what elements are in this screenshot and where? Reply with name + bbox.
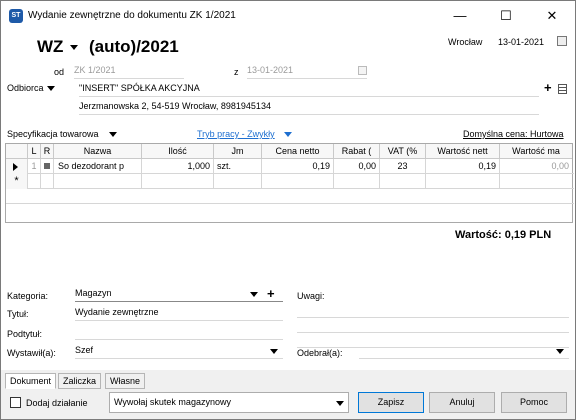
title-field[interactable]: Wydanie zewnętrzne (75, 307, 283, 321)
new-row-icon: * (6, 174, 28, 189)
row-qty[interactable]: 1,000 (142, 159, 214, 174)
minimize-button[interactable]: — (437, 1, 483, 31)
row-price[interactable]: 0,19 (262, 159, 334, 174)
od-field[interactable]: ZK 1/2021 (74, 65, 184, 79)
new-row[interactable]: * (6, 174, 574, 189)
tab-document[interactable]: Dokument (5, 373, 57, 389)
received-by-select[interactable] (359, 345, 569, 359)
empty-cell (334, 174, 380, 189)
calendar-icon[interactable] (557, 36, 567, 46)
row-selector[interactable] (6, 159, 28, 174)
row-lp: 1 (28, 159, 41, 174)
notes-field[interactable] (297, 304, 569, 318)
maximize-button[interactable]: ☐ (483, 1, 529, 31)
z-date-field[interactable]: 13-01-2021 (247, 65, 367, 79)
grid-header-r[interactable]: R (41, 144, 54, 159)
empty-row (6, 189, 574, 204)
row-unit[interactable]: szt. (214, 159, 262, 174)
action-select[interactable]: Wywołaj skutek magazynowy (109, 392, 349, 413)
calendar-small-icon[interactable] (358, 66, 367, 75)
default-price-link[interactable]: Domyślna cena: Hurtowa (463, 129, 564, 139)
add-recipient-icon[interactable]: + (544, 80, 552, 95)
row-net-value[interactable]: 0,19 (426, 159, 500, 174)
issued-by-label: Wystawił(a): (7, 348, 56, 358)
recipient-list-icon[interactable] (558, 84, 567, 94)
add-action-label[interactable]: Dodaj działanie (26, 398, 88, 408)
od-label: od (54, 67, 65, 77)
grid-header-net-value[interactable]: Wartość nett (426, 144, 500, 159)
total-value: Wartość: 0,19 PLN (455, 229, 552, 241)
recipient-name[interactable]: "INSERT" SPÓŁKA AKCYJNA (79, 83, 539, 97)
grid-header-qty[interactable]: Ilość (142, 144, 214, 159)
notes-label: Uwagi: (297, 291, 325, 301)
recipient-address[interactable]: Jerzmanowska 2, 54-519 Wrocław, 89819451… (79, 101, 539, 115)
empty-cell (262, 174, 334, 189)
action-dropdown-icon[interactable] (336, 401, 344, 406)
doc-type-label[interactable]: WZ (37, 37, 63, 57)
help-button[interactable]: Pomoc (501, 392, 567, 413)
grid-header-price[interactable]: Cena netto (262, 144, 334, 159)
row-gross-value[interactable]: 0,00 (500, 159, 572, 174)
empty-cell (41, 174, 54, 189)
grid-header-unit[interactable]: Jm (214, 144, 262, 159)
recipient-label[interactable]: Odbiorca (7, 83, 44, 93)
doc-number[interactable]: (auto)/2021 (89, 37, 179, 57)
title-bar: ST Wydanie zewnętrzne do dokumentu ZK 1/… (1, 1, 575, 31)
empty-cell (142, 174, 214, 189)
row-name[interactable]: So dezodorant p (54, 159, 142, 174)
issued-by-dropdown-icon[interactable] (270, 349, 278, 354)
work-mode-dropdown-icon[interactable] (284, 132, 292, 137)
table-row[interactable]: 1 So dezodorant p 1,000 szt. 0,19 0,00 2… (6, 159, 574, 174)
item-type-icon (44, 163, 50, 169)
z-label: z (234, 67, 239, 77)
add-action-checkbox[interactable] (10, 397, 21, 408)
date-value[interactable]: 13-01-2021 (498, 37, 544, 47)
category-label: Kategoria: (7, 291, 49, 301)
empty-cell (214, 174, 262, 189)
subtitle-label: Podtytuł: (7, 329, 43, 339)
empty-row (6, 204, 574, 219)
subtitle-field[interactable] (75, 326, 283, 340)
empty-cell (28, 174, 41, 189)
grid-header-selector (6, 144, 28, 159)
tab-advance[interactable]: Zaliczka (58, 373, 102, 389)
grid-header-gross-value[interactable]: Wartość ma (500, 144, 572, 159)
save-button[interactable]: Zapisz (358, 392, 424, 413)
app-icon: ST (9, 9, 23, 23)
issued-by-select[interactable]: Szef (75, 345, 283, 359)
grid-header-l[interactable]: L (28, 144, 41, 159)
tab-custom[interactable]: Własne (105, 373, 146, 389)
spec-label[interactable]: Specyfikacja towarowa (7, 129, 99, 139)
close-button[interactable]: ✕ (529, 1, 575, 31)
row-discount[interactable]: 0,00 (334, 159, 380, 174)
spec-dropdown-icon[interactable] (109, 132, 117, 137)
grid-header-discount[interactable]: Rabat ( (334, 144, 380, 159)
received-by-dropdown-icon[interactable] (556, 349, 564, 354)
add-category-icon[interactable]: + (267, 286, 275, 301)
row-r (41, 159, 54, 174)
work-mode-link[interactable]: Tryb pracy - Zwykły (197, 129, 275, 139)
grid-header-name[interactable]: Nazwa (54, 144, 142, 159)
empty-cell (380, 174, 426, 189)
document-window: ST Wydanie zewnętrzne do dokumentu ZK 1/… (0, 0, 576, 420)
empty-cell (54, 174, 142, 189)
received-by-label: Odebrał(a): (297, 348, 343, 358)
recipient-dropdown-icon[interactable] (47, 86, 55, 91)
title-label: Tytuł: (7, 309, 29, 319)
doc-type-dropdown-icon[interactable] (70, 45, 78, 50)
empty-cell (426, 174, 500, 189)
window-title: Wydanie zewnętrzne do dokumentu ZK 1/202… (28, 10, 236, 21)
window-client: WZ (auto)/2021 Wrocław 13-01-2021 od ZK … (1, 31, 575, 370)
category-dropdown-icon[interactable] (250, 292, 258, 297)
row-vat[interactable]: 23 (380, 159, 426, 174)
notes-field-line-2[interactable] (297, 319, 569, 333)
city-value[interactable]: Wrocław (448, 37, 482, 47)
items-grid: L R Nazwa Ilość Jm Cena netto Rabat ( VA… (5, 143, 574, 223)
cancel-button[interactable]: Anuluj (429, 392, 495, 413)
current-row-icon (13, 163, 18, 171)
grid-header-vat[interactable]: VAT (% (380, 144, 426, 159)
